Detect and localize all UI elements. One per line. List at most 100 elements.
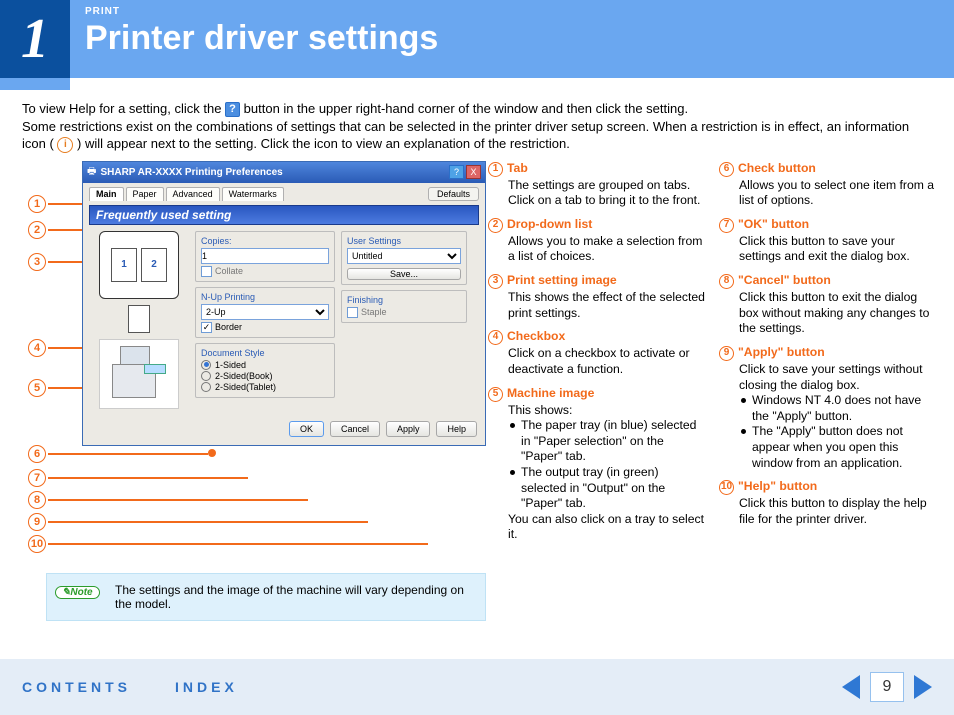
radio-2sided-tablet[interactable]: 2-Sided(Tablet)	[201, 382, 329, 392]
desc-title: Tab	[507, 161, 528, 177]
ok-button[interactable]: OK	[289, 421, 324, 437]
staple-checkbox[interactable]: Staple	[347, 307, 461, 318]
border-checkbox[interactable]: ✓Border	[201, 322, 329, 333]
intro-part: To view Help for a setting, click the	[22, 101, 225, 116]
print-setting-preview: 1 2	[99, 231, 179, 299]
preview-page-1: 1	[111, 248, 137, 282]
radio-1sided[interactable]: 1-Sided	[201, 360, 329, 370]
close-button[interactable]: X	[466, 165, 481, 179]
radio-2sided-book[interactable]: 2-Sided(Book)	[201, 371, 329, 381]
save-settings-button[interactable]: Save...	[347, 268, 461, 280]
desc-item: 4CheckboxClick on a checkbox to activate…	[488, 329, 705, 377]
circled-number: 9	[719, 346, 734, 361]
prev-page-button[interactable]	[842, 675, 860, 699]
user-settings-group: User Settings Untitled Save...	[341, 231, 467, 285]
dialog-title: SHARP AR-XXXX Printing Preferences	[100, 167, 447, 178]
tab-watermarks[interactable]: Watermarks	[222, 187, 284, 201]
callout-3: 3	[28, 253, 46, 271]
frequently-used-bar: Frequently used setting	[89, 205, 479, 225]
titlebar-help-button[interactable]: ?	[449, 165, 464, 179]
note-pill: ✎Note	[55, 586, 100, 599]
defaults-button[interactable]: Defaults	[428, 187, 479, 201]
nup-select[interactable]: 2-Up	[201, 304, 329, 320]
nup-label: N-Up Printing	[201, 292, 329, 302]
collate-checkbox[interactable]: Collate	[201, 266, 329, 277]
desc-item: 2 Drop-down listAllows you to make a sele…	[488, 217, 705, 265]
desc-body: The settings are grouped on tabs. Click …	[488, 178, 705, 209]
usersettings-label: User Settings	[347, 236, 461, 246]
circled-number: 6	[719, 162, 734, 177]
intro-part: button in the upper right-hand corner of…	[244, 101, 688, 116]
circled-number: 2	[488, 218, 503, 233]
index-link[interactable]: INDEX	[175, 679, 238, 695]
desc-body: Allows you to make a selection from a li…	[488, 234, 705, 265]
app-icon: 🖶	[87, 164, 96, 181]
intro-part: ) will appear next to the setting. Click…	[77, 136, 570, 151]
desc-item: 6Check buttonAllows you to select one it…	[719, 161, 936, 209]
desc-title: "Cancel" button	[738, 273, 831, 289]
circled-number: 8	[719, 274, 734, 289]
screenshot-column: 1 2 3 4 5 6 7 8 9 10 🖶 SHARP AR-XXXX Pri…	[18, 161, 488, 551]
desc-item: 7 "OK" buttonClick this button to save yo…	[719, 217, 936, 265]
page-title: Printer driver settings	[85, 19, 438, 58]
docstyle-label: Document Style	[201, 348, 329, 358]
circled-number: 10	[719, 480, 734, 495]
callout-6: 6	[28, 445, 46, 463]
collate-label: Collate	[215, 266, 243, 276]
finishing-label: Finishing	[347, 295, 461, 305]
desc-body: Click to save your settings without clos…	[719, 362, 936, 471]
callout-9: 9	[28, 513, 46, 531]
next-page-button[interactable]	[914, 675, 932, 699]
desc-title: "OK" button	[738, 217, 809, 233]
circled-number: 1	[488, 162, 503, 177]
callout-10: 10	[28, 535, 46, 553]
desc-body: Click this button to save your settings …	[719, 234, 936, 265]
contents-link[interactable]: CONTENTS	[22, 679, 131, 695]
note-text: The settings and the image of the machin…	[115, 583, 464, 611]
page-header: 1 PRINT Printer driver settings	[0, 0, 954, 90]
border-label: Border	[215, 322, 242, 332]
desc-item: 9 "Apply" buttonClick to save your settin…	[719, 345, 936, 471]
tab-paper[interactable]: Paper	[126, 187, 164, 201]
tab-main[interactable]: Main	[89, 187, 124, 201]
preview-page-2: 2	[141, 248, 167, 282]
desc-title: Checkbox	[507, 329, 565, 345]
intro-text: To view Help for a setting, click the ? …	[0, 90, 954, 161]
machine-image[interactable]	[99, 339, 179, 409]
callout-5: 5	[28, 379, 46, 397]
desc-item: 5Machine imageThis shows:The paper tray …	[488, 386, 705, 543]
cancel-button[interactable]: Cancel	[330, 421, 380, 437]
staple-label: Staple	[361, 307, 387, 317]
note-box: ✎Note The settings and the image of the …	[46, 573, 486, 621]
desc-title: "Apply" button	[738, 345, 825, 361]
descriptions-right: 6Check buttonAllows you to select one it…	[719, 161, 936, 551]
help-button[interactable]: Help	[436, 421, 477, 437]
desc-title: "Help" button	[738, 479, 817, 495]
mini-doc-icon	[128, 305, 150, 333]
page-number: 9	[870, 672, 904, 702]
help-icon: ?	[225, 102, 240, 117]
desc-body: Click this button to display the help fi…	[719, 496, 936, 527]
printer-dialog: 🖶 SHARP AR-XXXX Printing Preferences ? X…	[82, 161, 486, 446]
circled-number: 5	[488, 387, 503, 402]
desc-body: Click on a checkbox to activate or deact…	[488, 346, 705, 377]
desc-item: 8"Cancel" buttonClick this button to exi…	[719, 273, 936, 337]
tab-advanced[interactable]: Advanced	[166, 187, 220, 201]
desc-body: Allows you to select one item from a lis…	[719, 178, 936, 209]
kicker: PRINT	[85, 6, 438, 17]
callout-4: 4	[28, 339, 46, 357]
circled-number: 3	[488, 274, 503, 289]
desc-item: 10 "Help" buttonClick this button to disp…	[719, 479, 936, 527]
step-number-box: 1	[0, 0, 70, 78]
desc-title: Drop-down list	[507, 217, 592, 233]
descriptions-left: 1 TabThe settings are grouped on tabs. Cl…	[488, 161, 705, 551]
desc-title: Machine image	[507, 386, 594, 402]
dialog-titlebar: 🖶 SHARP AR-XXXX Printing Preferences ? X	[83, 162, 485, 183]
circled-number: 7	[719, 218, 734, 233]
copies-input[interactable]	[201, 248, 329, 264]
info-icon: i	[57, 137, 73, 153]
usersettings-select[interactable]: Untitled	[347, 248, 461, 264]
callout-2: 2	[28, 221, 46, 239]
apply-button[interactable]: Apply	[386, 421, 431, 437]
copies-label: Copies:	[201, 236, 329, 246]
